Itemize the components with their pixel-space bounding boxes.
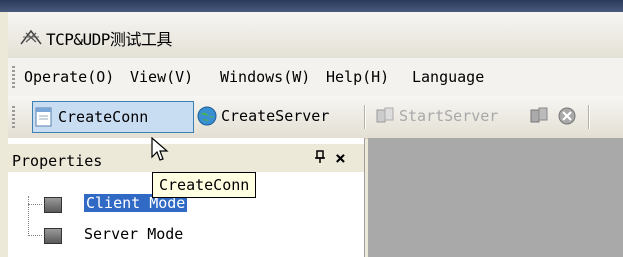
tree-connector (28, 196, 29, 236)
toolbar-grip[interactable] (12, 106, 15, 128)
pin-icon[interactable] (313, 150, 327, 168)
stop-circle-icon (556, 105, 578, 127)
toolbar-separator-2 (588, 105, 589, 129)
window-title: TCP&UDP测试工具 (46, 30, 172, 49)
tree-connector (28, 204, 42, 205)
start-server-label: StartServer (399, 107, 499, 125)
create-conn-label: CreateConn (58, 108, 149, 126)
title-bar: TCP&UDP测试工具 (8, 12, 623, 59)
create-server-label: CreateServer (221, 107, 330, 125)
menu-help[interactable]: Help(H) (326, 68, 389, 86)
properties-title: Properties (12, 152, 103, 170)
menu-operate[interactable]: Operate(O) (24, 68, 114, 86)
disconnect-button[interactable] (556, 101, 580, 131)
menu-bar: Operate(O) View(V) Windows(W) Help(H) La… (8, 58, 623, 97)
tool-bar: CreateConn CreateServer StartServer (8, 96, 623, 139)
close-icon[interactable]: × (335, 148, 346, 169)
menu-view[interactable]: View(V) (130, 68, 193, 86)
toolbar-separator (364, 105, 365, 129)
network-tools-icon (20, 28, 42, 46)
menubar-grip[interactable] (12, 66, 15, 88)
server-stop-icon (528, 105, 550, 127)
document-icon (33, 106, 55, 128)
menu-windows[interactable]: Windows(W) (220, 68, 310, 86)
menu-language[interactable]: Language (412, 68, 484, 86)
create-conn-button[interactable]: CreateConn (32, 101, 194, 133)
stop-server-button[interactable] (528, 101, 552, 131)
node-icon (44, 228, 62, 244)
document-area (368, 138, 623, 257)
server-icon (374, 105, 396, 127)
tooltip: CreateConn (152, 172, 257, 198)
start-server-button[interactable]: StartServer (374, 101, 524, 131)
properties-panel-header: Properties × (8, 144, 364, 172)
tree-connector (28, 235, 42, 236)
tree-item-label: Server Mode (84, 225, 184, 243)
create-server-button[interactable]: CreateServer (196, 101, 358, 131)
globe-icon (196, 105, 218, 127)
background-window-strip (0, 0, 623, 12)
main-window: TCP&UDP测试工具 Operate(O) View(V) Windows(W… (0, 12, 623, 257)
mouse-cursor-icon (150, 136, 170, 167)
node-icon (44, 197, 62, 213)
